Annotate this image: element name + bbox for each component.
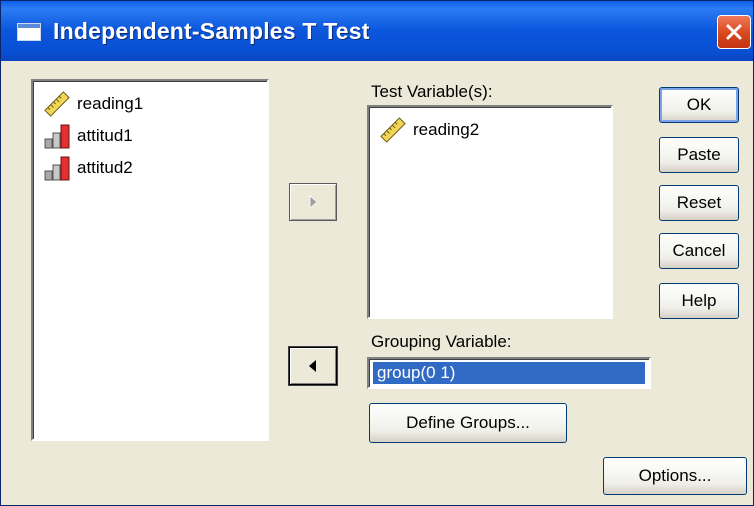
test-variables-caption: Test Variable(s): [371, 82, 493, 101]
list-item-label: attitud1 [77, 126, 133, 145]
define-groups-button[interactable]: Define Groups... [369, 403, 567, 443]
grouping-variable-value: group(0 1) [373, 362, 645, 384]
test-variable-list[interactable]: reading2 [367, 105, 613, 319]
left-arrow-icon [309, 360, 316, 372]
list-item-attitud2[interactable]: attitud2 [41, 153, 133, 183]
source-variable-list[interactable]: reading1 attitud1 attitud2 [31, 79, 269, 441]
list-item-reading2[interactable]: reading2 [377, 115, 479, 145]
close-icon [726, 24, 742, 40]
list-item-attitud1[interactable]: attitud1 [41, 121, 133, 151]
move-grouping-variable-button[interactable] [289, 347, 337, 385]
list-item-label: reading2 [413, 120, 480, 139]
window-title: Independent-Samples T Test [53, 18, 370, 44]
options-button[interactable]: Options... [603, 457, 747, 495]
list-item-reading1[interactable]: reading1 [41, 89, 143, 119]
reset-button[interactable]: Reset [659, 185, 739, 221]
list-item-label: reading1 [77, 94, 144, 113]
grouping-variable-field[interactable]: group(0 1) [367, 357, 651, 389]
right-arrow-icon [309, 195, 318, 209]
t-test-dialog: Independent-Samples T Test reading1 atti… [0, 0, 754, 506]
scale-ruler-icon [380, 117, 406, 143]
paste-button[interactable]: Paste [659, 137, 739, 173]
scale-ruler-icon [44, 91, 70, 117]
dialog-window-icon [17, 23, 41, 41]
cancel-button[interactable]: Cancel [659, 233, 739, 269]
ordinal-bars-icon [44, 156, 70, 181]
close-button[interactable] [717, 15, 751, 49]
ok-button[interactable]: OK [659, 87, 739, 123]
title-bar[interactable]: Independent-Samples T Test [1, 1, 753, 61]
list-item-label: attitud2 [77, 158, 133, 177]
ordinal-bars-icon [44, 124, 70, 149]
help-button[interactable]: Help [659, 283, 739, 319]
grouping-variable-caption: Grouping Variable: [371, 332, 512, 351]
move-to-test-variables-button[interactable] [289, 183, 337, 221]
